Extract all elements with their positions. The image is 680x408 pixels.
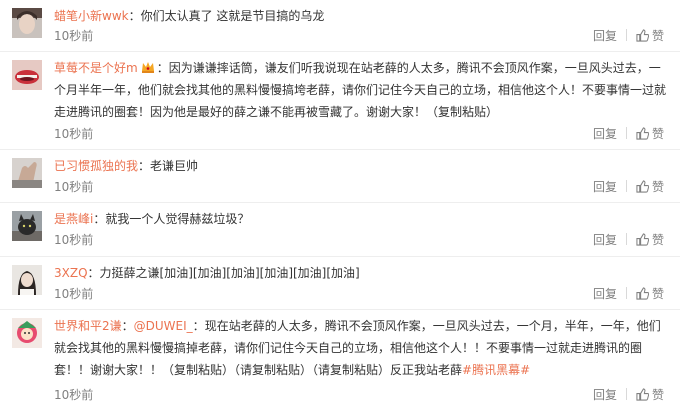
thumbs-up-icon [636,29,650,42]
comment-text: 蜡笔小新wwk：你们太认真了 这就是节目搞的乌龙 [54,9,325,23]
username-link[interactable]: 已习惯孤独的我 [54,159,138,173]
comment-item: 已习惯孤独的我：老谦巨帅 10秒前 回复 赞 [0,150,680,203]
timestamp: 10秒前 [54,127,94,141]
comment-text: 是燕峰i：就我一个人觉得赫兹垃圾？ [54,212,250,226]
thumbs-up-icon [636,180,650,193]
vip-badge-icon [141,59,155,73]
comment-item: 蜡笔小新wwk：你们太认真了 这就是节目搞的乌龙 10秒前 回复 赞 [0,0,680,52]
comment-content: 你们太认真了 这就是节目搞的乌龙 [140,9,325,23]
like-label: 赞 [651,233,664,247]
divider [625,127,627,139]
thumbs-up-icon [636,388,650,401]
username-link[interactable]: 蜡笔小新wwk [54,9,129,23]
divider [625,287,627,299]
reply-button[interactable]: 回复 [593,180,617,194]
like-label: 赞 [651,29,664,43]
avatar[interactable] [12,158,42,188]
mention-link[interactable]: @DUWEI_ [134,319,193,333]
avatar[interactable] [12,60,42,90]
username-link[interactable]: 3XZQ [54,266,88,280]
like-label: 赞 [651,180,664,194]
comment-list: 蜡笔小新wwk：你们太认真了 这就是节目搞的乌龙 10秒前 回复赞 草莓不是个好… [0,0,680,408]
comment-item: 3XZQ：力挺薛之谦[加油][加油][加油][加油][加油][加油] 10秒前 … [0,257,680,310]
reply-button[interactable]: 回复 [593,233,617,247]
thumbs-up-icon [636,287,650,300]
thumbs-up-icon [636,233,650,246]
comment-text: 已习惯孤独的我：老谦巨帅 [54,159,199,173]
timestamp: 10秒前 [54,233,94,247]
comment-item: 是燕峰i：就我一个人觉得赫兹垃圾？ 10秒前 回复 赞 [0,203,680,257]
comment-item: 世界和平2谦：@DUWEI_：现在站老薛的人太多，腾讯不会顶风作案，一旦风头过去… [0,310,680,408]
reply-button[interactable]: 回复 [593,388,617,402]
like-label: 赞 [651,388,664,402]
like-button[interactable]: 赞 [636,180,664,194]
avatar[interactable] [12,211,42,241]
divider [625,180,627,192]
username-link[interactable]: 世界和平2谦 [54,319,122,333]
divider [625,29,627,41]
like-button[interactable]: 赞 [636,29,664,43]
topic-link[interactable]: #腾讯黑幕# [462,363,530,377]
comment-item: 草莓不是个好m ：因为谦谦摔话筒，谦友们听我说现在站老薛的人太多，腾讯不会顶风作案… [0,52,680,150]
like-button[interactable]: 赞 [636,388,664,402]
reply-button[interactable]: 回复 [593,127,617,141]
reply-button[interactable]: 回复 [593,287,617,301]
comment-content: 力挺薛之谦[加油][加油][加油][加油][加油][加油] [99,266,360,280]
timestamp: 10秒前 [54,180,94,194]
like-button[interactable]: 赞 [636,287,664,301]
comment-text: 3XZQ：力挺薛之谦[加油][加油][加油][加油][加油][加油] [54,266,360,280]
divider [625,233,627,245]
like-label: 赞 [651,287,664,301]
comment-text: 世界和平2谦：@DUWEI_：现在站老薛的人太多，腾讯不会顶风作案，一旦风头过去… [54,319,661,377]
avatar[interactable] [12,265,42,295]
timestamp: 10秒前 [54,388,94,402]
reply-button[interactable]: 回复 [593,29,617,43]
divider [625,388,627,400]
like-button[interactable]: 赞 [636,127,664,141]
like-button[interactable]: 赞 [636,233,664,247]
comment-content: 老谦巨帅 [150,159,199,173]
thumbs-up-icon [636,127,650,140]
timestamp: 10秒前 [54,29,94,43]
username-link[interactable]: 是燕峰i [54,212,93,226]
timestamp: 10秒前 [54,287,94,301]
username-link[interactable]: 草莓不是个好m [54,61,138,75]
avatar[interactable] [12,8,42,38]
like-label: 赞 [651,127,664,141]
comment-content: 就我一个人觉得赫兹垃圾？ [105,212,250,226]
avatar[interactable] [12,318,42,348]
comment-text: 草莓不是个好m ：因为谦谦摔话筒，谦友们听我说现在站老薛的人太多，腾讯不会顶风作案… [54,59,667,119]
